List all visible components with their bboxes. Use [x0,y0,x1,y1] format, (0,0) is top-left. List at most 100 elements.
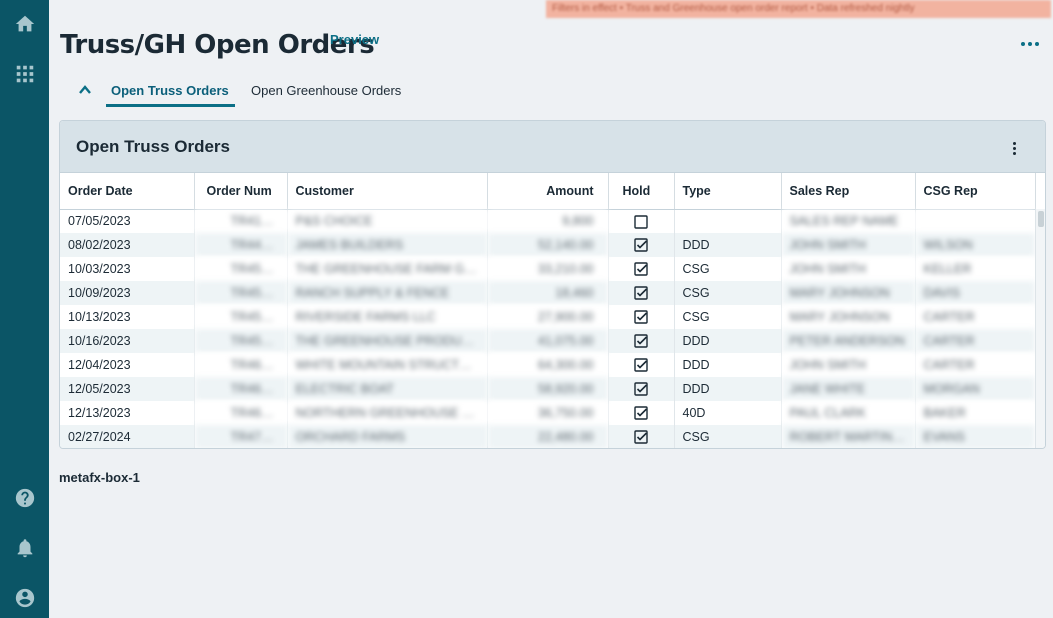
card-menu-button[interactable] [1007,139,1021,157]
apps-grid-icon [16,65,33,83]
left-nav-rail [0,0,49,618]
csg-rep-cell: BAKER [915,401,1036,425]
table-body: 07/05/2023 TR41028 P&S CHOICE 9,800 SALES RE… [60,209,1036,448]
notifications-button[interactable] [0,528,49,568]
order-date-cell: 12/13/2023 [60,401,195,425]
customer-cell: ORCHARD FARMS [287,425,488,448]
table-row[interactable]: 10/16/2023 TR45452 THE GREENHOUSE PRODUCTS… [60,329,1036,353]
table-vertical-scrollbar[interactable] [1035,209,1045,448]
sales-rep-cell: MARY JOHNSON [781,305,916,329]
csg-rep-cell: KELLER [915,257,1036,281]
amount-cell: 9,800 [487,209,609,233]
order-num-cell: TR45290 [194,257,288,281]
orders-table: Order Date Order Num Customer Amount Hol… [60,173,1036,448]
metafx-box-label: metafx-box-1 [59,470,140,485]
table-header-row: Order Date Order Num Customer Amount Hol… [60,173,1036,210]
csg-rep-cell [915,209,1036,233]
table-row[interactable]: 12/05/2023 TR46122 ELECTRIC BOAT 58,920.00 D… [60,377,1036,401]
collapse-tabs-button[interactable] [74,80,96,100]
checked-checkbox-icon[interactable] [634,310,648,325]
table-row[interactable]: 12/04/2023 TR46108 WHITE MOUNTAIN STRUCTUR… [60,353,1036,377]
csg-rep-cell: EVANS [915,425,1036,448]
sales-rep-cell: MARY JOHNSON [781,281,916,305]
checked-checkbox-icon[interactable] [634,382,648,397]
column-header-customer[interactable]: Customer [287,173,488,210]
card-header: Open Truss Orders [60,121,1045,173]
order-num-cell: TR47801 [194,425,288,448]
sales-rep-cell: PETER ANDERSON [781,329,916,353]
user-account-button[interactable] [0,578,49,618]
home-icon [15,15,34,32]
hold-cell [608,377,675,401]
type-cell: DDD [674,377,782,401]
amount-cell: 36,750.00 [487,401,609,425]
hold-cell [608,257,675,281]
order-date-cell: 10/16/2023 [60,329,195,353]
customer-cell: JAMES BUILDERS [287,233,488,257]
type-cell: CSG [674,281,782,305]
bell-icon [17,539,32,558]
sales-rep-cell: PAUL CLARK [781,401,916,425]
type-cell: 40D [674,401,782,425]
table-row[interactable]: 10/09/2023 TR45378 RANCH SUPPLY & FENCE 18,… [60,281,1036,305]
order-num-cell: TR46230 [194,401,288,425]
type-cell: DDD [674,353,782,377]
order-date-cell: 10/13/2023 [60,305,195,329]
sales-rep-cell: JANE WHITE [781,377,916,401]
column-header-type[interactable]: Type [674,173,782,210]
checked-checkbox-icon[interactable] [634,334,648,349]
table-row[interactable]: 10/03/2023 TR45290 THE GREENHOUSE FARM GRO… [60,257,1036,281]
help-button[interactable] [0,478,49,518]
top-notice-banner: Filters in effect • Truss and Greenhouse… [546,0,1051,18]
type-cell: DDD [674,329,782,353]
unchecked-checkbox-icon[interactable] [634,214,648,229]
checked-checkbox-icon[interactable] [634,286,648,301]
customer-cell: NORTHERN GREENHOUSE SUPPLY [287,401,488,425]
open-truss-orders-card: Open Truss Orders Order Date Order Num C… [59,120,1046,449]
checked-checkbox-icon[interactable] [634,430,648,445]
customer-cell: P&S CHOICE [287,209,488,233]
type-cell: CSG [674,305,782,329]
order-num-cell: TR46122 [194,377,288,401]
type-cell: DDD [674,233,782,257]
customer-cell: ELECTRIC BOAT [287,377,488,401]
table-row[interactable]: 12/13/2023 TR46230 NORTHERN GREENHOUSE SUP… [60,401,1036,425]
order-date-cell: 12/04/2023 [60,353,195,377]
table-row[interactable]: 10/13/2023 TR45401 RIVERSIDE FARMS LLC 27,9… [60,305,1036,329]
page-more-options-button[interactable] [1016,34,1044,54]
type-cell: CSG [674,257,782,281]
table-row[interactable]: 07/05/2023 TR41028 P&S CHOICE 9,800 SALES RE… [60,209,1036,233]
checked-checkbox-icon[interactable] [634,262,648,277]
checked-checkbox-icon[interactable] [634,358,648,373]
hold-cell [608,305,675,329]
hold-cell [608,329,675,353]
hold-cell [608,281,675,305]
table-row[interactable]: 08/02/2023 TR44311 JAMES BUILDERS 52,140.00… [60,233,1036,257]
chevron-up-icon [79,85,91,94]
order-date-cell: 02/27/2024 [60,425,195,448]
column-header-order-date[interactable]: Order Date [60,173,195,210]
column-header-csg-rep[interactable]: CSG Rep [915,173,1036,210]
hold-cell [608,401,675,425]
home-button[interactable] [0,4,49,44]
scrollbar-thumb[interactable] [1038,211,1044,227]
order-num-cell: TR41028 [194,209,288,233]
apps-button[interactable] [0,54,49,94]
order-date-cell: 12/05/2023 [60,377,195,401]
column-header-sales-rep[interactable]: Sales Rep [781,173,916,210]
checked-checkbox-icon[interactable] [634,238,648,253]
column-header-hold[interactable]: Hold [608,173,675,210]
tab-open-greenhouse-orders[interactable]: Open Greenhouse Orders [251,83,401,104]
order-date-cell: 07/05/2023 [60,209,195,233]
tab-open-truss-orders[interactable]: Open Truss Orders [106,83,235,107]
hold-cell [608,425,675,448]
sales-rep-cell: JOHN SMITH [781,257,916,281]
sales-rep-cell: JOHN SMITH [781,353,916,377]
column-header-order-num[interactable]: Order Num [194,173,288,210]
column-header-amount[interactable]: Amount [487,173,609,210]
amount-cell: 64,300.00 [487,353,609,377]
checked-checkbox-icon[interactable] [634,406,648,421]
table-row[interactable]: 02/27/2024 TR47801 ORCHARD FARMS 22,480.00 C… [60,425,1036,448]
amount-cell: 27,900.00 [487,305,609,329]
hold-cell [608,353,675,377]
